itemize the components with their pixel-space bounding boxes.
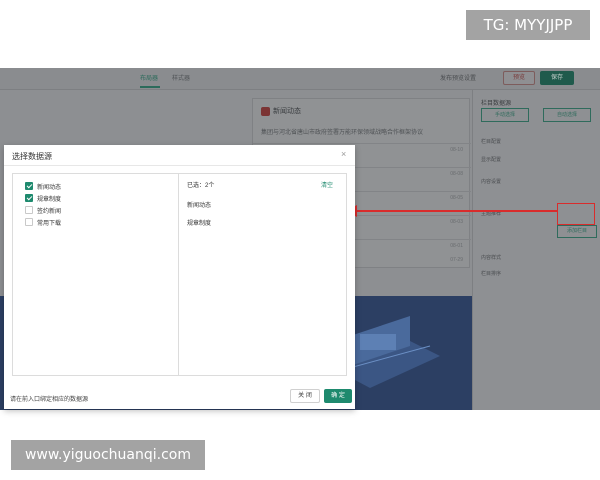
clear-link[interactable]: 清空 — [321, 180, 333, 189]
news-date: 08-05 — [450, 195, 463, 201]
source-label: 常用下载 — [37, 220, 62, 227]
preview-button[interactable]: 预览 — [503, 71, 535, 85]
news-icon — [261, 107, 270, 116]
watermark-tg: TG: MYYJJPP — [466, 10, 590, 40]
dialog-body: 新闻动态 规章制度 签约新闻 常用下载 已选：2个 清空 新闻动态 规章制度 — [12, 173, 347, 376]
news-date: 08-08 — [450, 171, 463, 177]
news-date: 08-01 — [450, 243, 463, 249]
tab-layout[interactable]: 布局器 — [140, 73, 158, 82]
tab-auto-select[interactable]: 自动选择 — [543, 108, 591, 122]
news-headline: 集团与河北省唐山市政府签署万能环保领域战略合作框架协议 — [261, 130, 424, 136]
selected-item: 规章制度 — [187, 221, 212, 227]
select-source-dialog: 选择数据源 × 新闻动态 规章制度 签约新闻 常用下载 已选：2个 清空 新闻动… — [4, 145, 355, 409]
source-label: 规章制度 — [37, 196, 62, 203]
selected-count: 已选：2个 — [187, 183, 215, 189]
preview-settings-link[interactable]: 发布预览设置 — [440, 73, 476, 82]
news-date: 08-03 — [450, 219, 463, 225]
news-date: 08-10 — [450, 147, 463, 153]
ok-button[interactable]: 确 定 — [324, 389, 352, 403]
source-label: 新闻动态 — [37, 184, 62, 191]
close-icon[interactable]: × — [341, 149, 346, 159]
source-list: 新闻动态 规章制度 签约新闻 常用下载 — [13, 174, 179, 375]
panel-row[interactable]: 内容样式 — [481, 254, 501, 261]
save-button[interactable]: 保存 — [540, 71, 574, 85]
property-panel: 栏目数据源 手动选择 自动选择 栏目配置 显示配置 内容设置 主题推荐 内容样式… — [472, 90, 600, 410]
news-date: 07-29 — [450, 257, 463, 263]
panel-title: 栏目数据源 — [481, 101, 512, 107]
selected-item: 新闻动态 — [187, 203, 212, 209]
panel-row[interactable]: 栏目配置 — [481, 138, 501, 145]
source-item[interactable]: 规章制度 — [25, 193, 61, 203]
app-topbar: 布局器 样式器 发布预览设置 预览 保存 — [0, 68, 600, 90]
tab-active-indicator — [140, 86, 160, 88]
panel-row[interactable]: 栏目排序 — [481, 270, 501, 277]
source-label: 签约新闻 — [37, 208, 62, 215]
checkbox-icon[interactable] — [25, 206, 33, 214]
annotation-arrow-line — [356, 210, 558, 212]
checkbox-checked-icon[interactable] — [25, 194, 33, 202]
checkbox-checked-icon[interactable] — [25, 182, 33, 190]
watermark-url: www.yiguochuanqi.com — [11, 440, 205, 470]
news-card-title: 新闻动态 — [273, 108, 301, 115]
source-item[interactable]: 常用下载 — [25, 217, 61, 227]
footer-hint: 请在前入口绑定相应的数据源 — [10, 397, 89, 403]
source-item[interactable]: 签约新闻 — [25, 205, 61, 215]
tab-style[interactable]: 样式器 — [172, 73, 190, 82]
add-column-button[interactable]: 添加栏目 — [557, 225, 597, 238]
panel-row[interactable]: 显示配置 — [481, 156, 501, 163]
dialog-divider — [4, 165, 355, 166]
selected-list: 已选：2个 清空 新闻动态 规章制度 — [179, 174, 346, 375]
panel-row[interactable]: 内容设置 — [481, 178, 501, 185]
source-item[interactable]: 新闻动态 — [25, 181, 61, 191]
checkbox-icon[interactable] — [25, 218, 33, 226]
tab-manual-select[interactable]: 手动选择 — [481, 108, 529, 122]
close-button[interactable]: 关 闭 — [290, 389, 320, 403]
dialog-title: 选择数据源 — [12, 152, 52, 161]
annotation-highlight-box — [557, 203, 595, 225]
